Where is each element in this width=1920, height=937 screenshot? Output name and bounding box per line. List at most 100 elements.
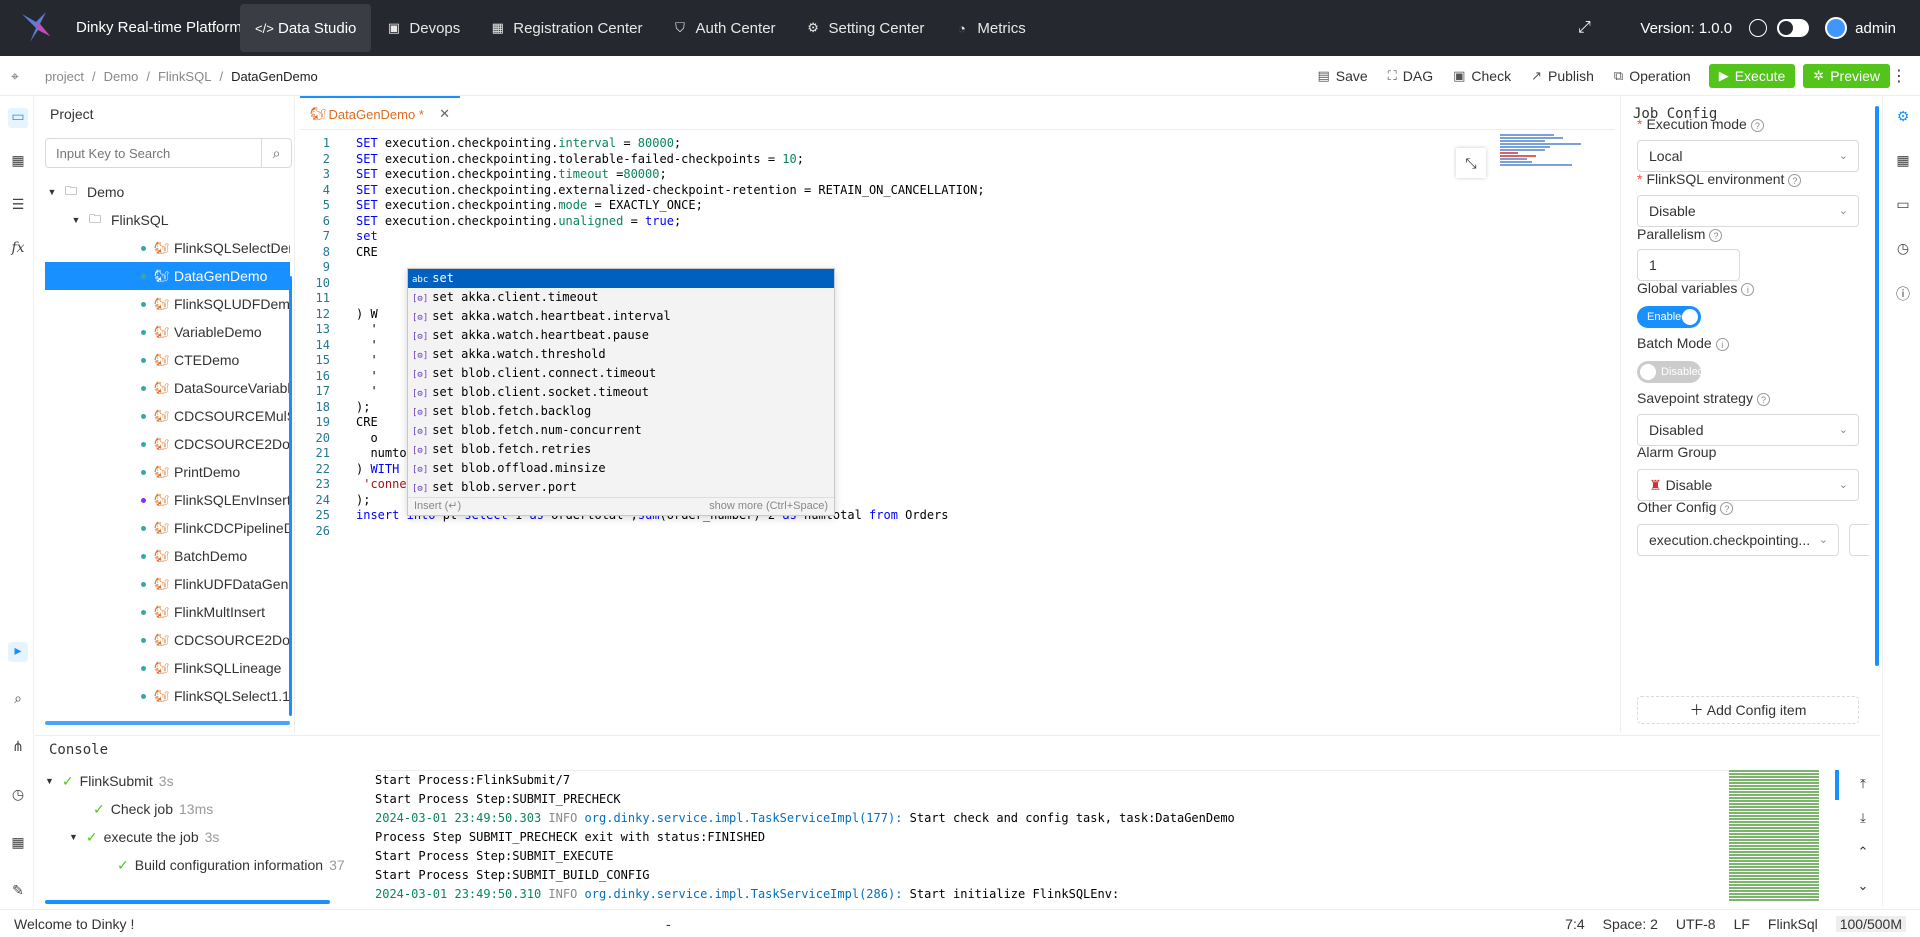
tree-file[interactable]: 🐿 BatchDemo <box>45 542 290 570</box>
tree-file[interactable]: 🐿 CDCSOURCE2DorisAu <box>45 626 290 654</box>
tree-file[interactable]: 🐿 FlinkSQLSelectDemo <box>45 234 290 262</box>
tree-file[interactable]: 🐿 FlinkCDCPipelineDem <box>45 514 290 542</box>
fullscreen-icon[interactable]: ⤢ <box>1574 19 1594 37</box>
project-icon[interactable]: ▭ <box>8 108 28 128</box>
history-icon[interactable]: ◷ <box>8 786 28 806</box>
search-icon[interactable]: ⌕ <box>261 139 291 167</box>
tree-folder[interactable]: ▼ 🗀 Demo <box>45 178 290 206</box>
save-button[interactable]: ▤ Save <box>1307 63 1377 89</box>
dinky-logo[interactable] <box>16 10 56 46</box>
tree-file[interactable]: 🐿 FlinkMultInsert <box>45 598 290 626</box>
tree-file[interactable]: 🐿 FlinkSQLLineage <box>45 654 290 682</box>
search-input[interactable] <box>46 139 261 167</box>
avatar[interactable] <box>1825 17 1848 39</box>
catalog-icon[interactable]: ▦ <box>1893 152 1913 172</box>
parallelism-input[interactable]: 1 <box>1637 249 1740 281</box>
info-icon[interactable]: ⓘ <box>1893 284 1913 304</box>
folder-icon[interactable]: ▭ <box>1893 196 1913 216</box>
lineage-icon[interactable]: ⋔ <box>8 738 28 758</box>
nav-data-studio[interactable]: </> Data Studio <box>240 4 372 52</box>
tab-datagendemo[interactable]: 🐿 DataGenDemo * ✕ <box>300 96 460 130</box>
tree-file[interactable]: 🐿 CDCSOURCE2Doris <box>45 430 290 458</box>
caret-down-icon[interactable]: ▼ <box>45 187 59 197</box>
steps-scrollbar[interactable] <box>45 900 330 904</box>
breadcrumb-item[interactable]: FlinkSQL <box>158 69 211 84</box>
cursor-position[interactable]: 7:4 <box>1565 916 1584 932</box>
console-log[interactable]: Start Process:FlinkSubmit/7 Start Process… <box>375 770 1755 905</box>
suggestion-item[interactable]: [⚙] set akka.watch.threshold <box>408 345 834 364</box>
log-minimap[interactable] <box>1729 770 1819 902</box>
tree-file[interactable]: 🐿 FlinkUDFDataGenDem <box>45 570 290 598</box>
config-scrollbar[interactable] <box>1875 106 1879 666</box>
line-ending[interactable]: LF <box>1734 916 1750 932</box>
suggestion-item[interactable]: [⚙] set blob.offload.minsize <box>408 459 834 478</box>
scroll-down-icon[interactable]: ⌄ <box>1853 878 1873 912</box>
tree-file[interactable]: 🐿 FlinkSQLEnvInsertDem <box>45 486 290 514</box>
execute-button[interactable]: ▶ Execute <box>1708 64 1796 88</box>
suggestion-item[interactable]: [⚙] set blob.server.port <box>408 478 834 497</box>
tree-file[interactable]: 🐿 VariableDemo <box>45 318 290 346</box>
code-line[interactable]: 26 <box>300 522 356 541</box>
more-icon[interactable]: ⋮ <box>1891 66 1907 86</box>
tree-folder[interactable]: ▼ 🗀 FlinkSQL <box>45 206 290 234</box>
indent-setting[interactable]: Space: 2 <box>1603 916 1658 932</box>
process-step[interactable]: ✓ Build configuration information 37 <box>45 851 345 879</box>
suggestion-item[interactable]: [⚙] set blob.client.connect.timeout <box>408 364 834 383</box>
alarm-group-select[interactable]: ♜ Disable ⌄ <box>1637 469 1859 501</box>
preview-button[interactable]: ✲ Preview <box>1803 64 1890 88</box>
datasource-icon[interactable]: ☰ <box>8 196 28 216</box>
fullscreen-icon[interactable]: ⤡ <box>1456 148 1486 178</box>
tree-file[interactable]: 🐿 DataGenDemo <box>45 262 290 290</box>
suggestion-item[interactable]: [⚙] set akka.watch.heartbeat.interval <box>408 307 834 326</box>
tree-file[interactable]: 🐿 CTEDemo <box>45 346 290 374</box>
check-button[interactable]: ▣ Check <box>1443 63 1521 89</box>
table-icon[interactable]: ▦ <box>8 834 28 854</box>
tree-hscrollbar[interactable] <box>45 721 290 725</box>
scroll-top-icon[interactable]: ⤒ <box>1853 776 1873 810</box>
suggestion-item[interactable]: [⚙] set blob.fetch.backlog <box>408 402 834 421</box>
tool-icon[interactable]: ✎ <box>8 882 28 902</box>
nav-metrics[interactable]: ◔ Metrics <box>939 0 1040 56</box>
encoding[interactable]: UTF-8 <box>1676 916 1716 932</box>
catalog-icon[interactable]: ▦ <box>8 152 28 172</box>
search-result-icon[interactable]: ⌕ <box>8 690 28 710</box>
add-config-item-button[interactable]: ＋ Add Config item <box>1637 696 1859 724</box>
suggestion-item[interactable]: [⚙] set akka.watch.heartbeat.pause <box>408 326 834 345</box>
breadcrumb-item[interactable]: Demo <box>104 69 139 84</box>
batch-mode-toggle[interactable]: Disabled <box>1637 361 1704 383</box>
tree-file[interactable]: 🐿 PrintDemo <box>45 458 290 486</box>
dag-button[interactable]: ⛶ DAG <box>1378 63 1443 89</box>
language-icon[interactable] <box>1749 19 1768 37</box>
job-config-icon[interactable]: ⚙ <box>1893 108 1913 128</box>
tree-file[interactable]: 🐿 FlinkSQLUDFDemo <box>45 290 290 318</box>
nav-setting-center[interactable]: ⚙ Setting Center <box>791 0 940 56</box>
language-mode[interactable]: FlinkSql <box>1768 916 1818 932</box>
savepoint-select[interactable]: Disabled ⌄ <box>1637 414 1859 446</box>
scroll-up-icon[interactable]: ⌃ <box>1853 844 1873 878</box>
function-icon[interactable]: fx <box>8 240 28 260</box>
scroll-bottom-icon[interactable]: ⤓ <box>1853 810 1873 844</box>
nav-auth-center[interactable]: ⛉ Auth Center <box>657 0 790 56</box>
global-vars-toggle[interactable]: Enabled <box>1637 306 1701 328</box>
username[interactable]: admin <box>1855 20 1896 37</box>
caret-down-icon[interactable]: ▼ <box>69 215 83 225</box>
history-icon[interactable]: ◷ <box>1893 240 1913 260</box>
suggestion-item[interactable]: [⚙] set blob.client.socket.timeout <box>408 383 834 402</box>
console-icon[interactable]: ▸ <box>8 642 28 662</box>
publish-button[interactable]: ↗ Publish <box>1521 63 1604 89</box>
code-minimap[interactable] <box>1500 134 1590 194</box>
suggestion-item[interactable]: [⚙] set blob.fetch.num-concurrent <box>408 421 834 440</box>
other-config-value-input[interactable] <box>1849 524 1869 556</box>
tree-file[interactable]: 🐿 CDCSOURCEMulSink <box>45 402 290 430</box>
operation-button[interactable]: ⧉ Operation <box>1604 63 1701 89</box>
close-icon[interactable]: ✕ <box>439 106 450 122</box>
process-step[interactable]: ▼ ✓ execute the job 3s <box>45 823 345 851</box>
suggestion-item[interactable]: [⚙] set blob.fetch.retries <box>408 440 834 459</box>
nav-registration-center[interactable]: ▦ Registration Center <box>475 0 657 56</box>
execution-mode-select[interactable]: Local ⌄ <box>1637 140 1859 172</box>
suggestion-item[interactable]: abc set <box>408 269 834 288</box>
process-step[interactable]: ▼ ✓ FlinkSubmit 3s <box>45 767 345 795</box>
suggestion-item[interactable]: [⚙] set akka.client.timeout <box>408 288 834 307</box>
tree-scrollbar[interactable] <box>289 276 292 716</box>
nav-devops[interactable]: ▣ Devops <box>371 0 475 56</box>
